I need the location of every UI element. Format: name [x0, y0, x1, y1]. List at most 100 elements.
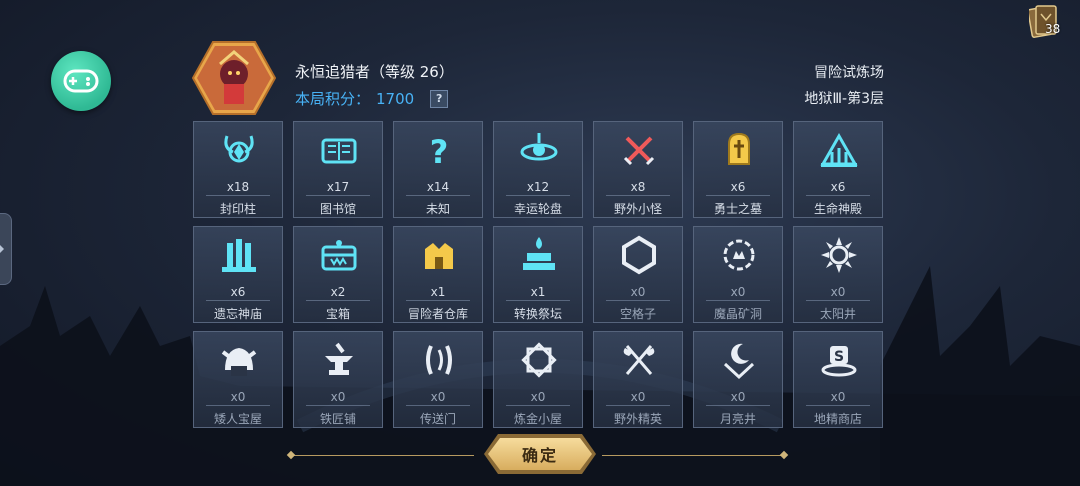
score-label: 本局积分： [295, 90, 371, 108]
tile-count: x0 [530, 390, 546, 404]
tile-2[interactable]: x17 图书馆 [293, 121, 383, 218]
tile-18[interactable]: x0 炼金小屋 [493, 331, 583, 428]
tile-20[interactable]: x0 月亮井 [693, 331, 783, 428]
crossed-axes-icon [623, 345, 655, 375]
tile-21[interactable]: S x0 地精商店 [793, 331, 883, 428]
tile-divider [706, 300, 770, 301]
divider-dot [779, 450, 789, 460]
mode-title: 冒险试炼场 [814, 65, 884, 81]
tile-divider [406, 300, 470, 301]
tile-divider [306, 195, 370, 196]
treasure-chest-icon [321, 240, 357, 271]
tile-label: 野外小怪 [613, 202, 662, 216]
tile-16[interactable]: x0 铁匠铺 [293, 331, 383, 428]
tile-count: x6 [830, 180, 846, 194]
tile-count: x8 [630, 180, 646, 194]
tile-label: 封印柱 [219, 202, 256, 216]
tile-count: x0 [830, 390, 846, 404]
confirm-button[interactable]: 确定 [488, 438, 592, 470]
tile-divider [506, 195, 570, 196]
help-icon[interactable]: ? [430, 89, 449, 108]
tile-5[interactable]: x8 野外小怪 [593, 121, 683, 218]
tile-divider [306, 405, 370, 406]
tile-divider [806, 195, 870, 196]
tile-divider [406, 405, 470, 406]
altar-icon [523, 237, 555, 270]
tile-label: 铁匠铺 [319, 412, 356, 426]
library-book-icon [321, 138, 357, 164]
tile-label: 未知 [425, 202, 450, 216]
dwarf-helmet-icon [221, 348, 257, 376]
tile-4[interactable]: x12 幸运轮盘 [493, 121, 583, 218]
tile-divider [406, 195, 470, 196]
life-temple-icon [820, 132, 858, 167]
player-avatar[interactable] [192, 40, 276, 116]
tile-count: x0 [830, 285, 846, 299]
tile-11[interactable]: x1 转换祭坛 [493, 226, 583, 323]
tile-3[interactable]: ? x14 未知 [393, 121, 483, 218]
tile-divider [606, 300, 670, 301]
empty-hexagon-icon [622, 235, 656, 275]
side-drawer-tab[interactable] [0, 213, 12, 285]
tile-17[interactable]: x0 传送门 [393, 331, 483, 428]
warehouse-icon [425, 243, 453, 269]
lucky-wheel-icon [520, 133, 558, 161]
tile-count: x1 [530, 285, 546, 299]
tile-divider [606, 405, 670, 406]
question-mark-icon: ? [430, 133, 449, 170]
tile-label: 空格子 [619, 307, 656, 321]
score-row: 本局积分： 1700 ? [295, 88, 449, 109]
svg-text:?: ? [430, 133, 449, 170]
tile-count: x2 [330, 285, 346, 299]
portal-icon [426, 345, 452, 375]
tile-label: 矮人宝屋 [213, 412, 262, 426]
tile-count: x0 [630, 285, 646, 299]
svg-text:S: S [834, 349, 844, 365]
tile-12[interactable]: x0 空格子 [593, 226, 683, 323]
tile-count: x0 [630, 390, 646, 404]
tile-label: 魔晶矿洞 [713, 307, 762, 321]
tile-14[interactable]: x0 太阳井 [793, 226, 883, 323]
tile-6[interactable]: x6 勇士之墓 [693, 121, 783, 218]
tile-divider [706, 195, 770, 196]
alchemy-star-icon [521, 342, 557, 378]
tile-label: 地精商店 [813, 412, 862, 426]
tile-label: 勇士之墓 [713, 202, 762, 216]
crossed-swords-icon [623, 136, 655, 166]
divider-left [291, 455, 474, 456]
gamepad-button[interactable] [51, 51, 111, 111]
tile-count: x0 [430, 390, 446, 404]
tile-10[interactable]: x1 冒险者仓库 [393, 226, 483, 323]
tile-count: x6 [730, 180, 746, 194]
tile-label: 冒险者仓库 [407, 307, 468, 321]
tile-count: x18 [226, 180, 250, 194]
tile-1[interactable]: x18 封印柱 [193, 121, 283, 218]
tile-divider [506, 300, 570, 301]
tile-7[interactable]: x6 生命神殿 [793, 121, 883, 218]
tile-count: x6 [230, 285, 246, 299]
tile-19[interactable]: x0 野外精英 [593, 331, 683, 428]
tile-9[interactable]: x2 宝箱 [293, 226, 383, 323]
seal-pillar-icon [224, 135, 254, 163]
sun-well-icon [821, 237, 857, 273]
tile-divider [206, 405, 270, 406]
tile-divider [206, 195, 270, 196]
tile-label: 月亮井 [719, 412, 756, 426]
tile-label: 宝箱 [325, 307, 350, 321]
tile-count: x14 [426, 180, 450, 194]
tile-label: 传送门 [419, 412, 456, 426]
player-name: 永恒追猎者（等级 26） [295, 63, 454, 81]
tile-8[interactable]: x6 遗忘神庙 [193, 226, 283, 323]
tile-divider [506, 405, 570, 406]
anvil-icon [325, 342, 353, 375]
divider-dot [286, 450, 296, 460]
tile-15[interactable]: x0 矮人宝屋 [193, 331, 283, 428]
tile-label: 生命神殿 [813, 202, 862, 216]
tile-count: x0 [230, 390, 246, 404]
tile-label: 野外精英 [613, 412, 662, 426]
tile-divider [306, 300, 370, 301]
tile-count: x0 [330, 390, 346, 404]
tile-13[interactable]: x0 魔晶矿洞 [693, 226, 783, 323]
forgotten-temple-icon [222, 239, 256, 272]
tile-divider [206, 300, 270, 301]
